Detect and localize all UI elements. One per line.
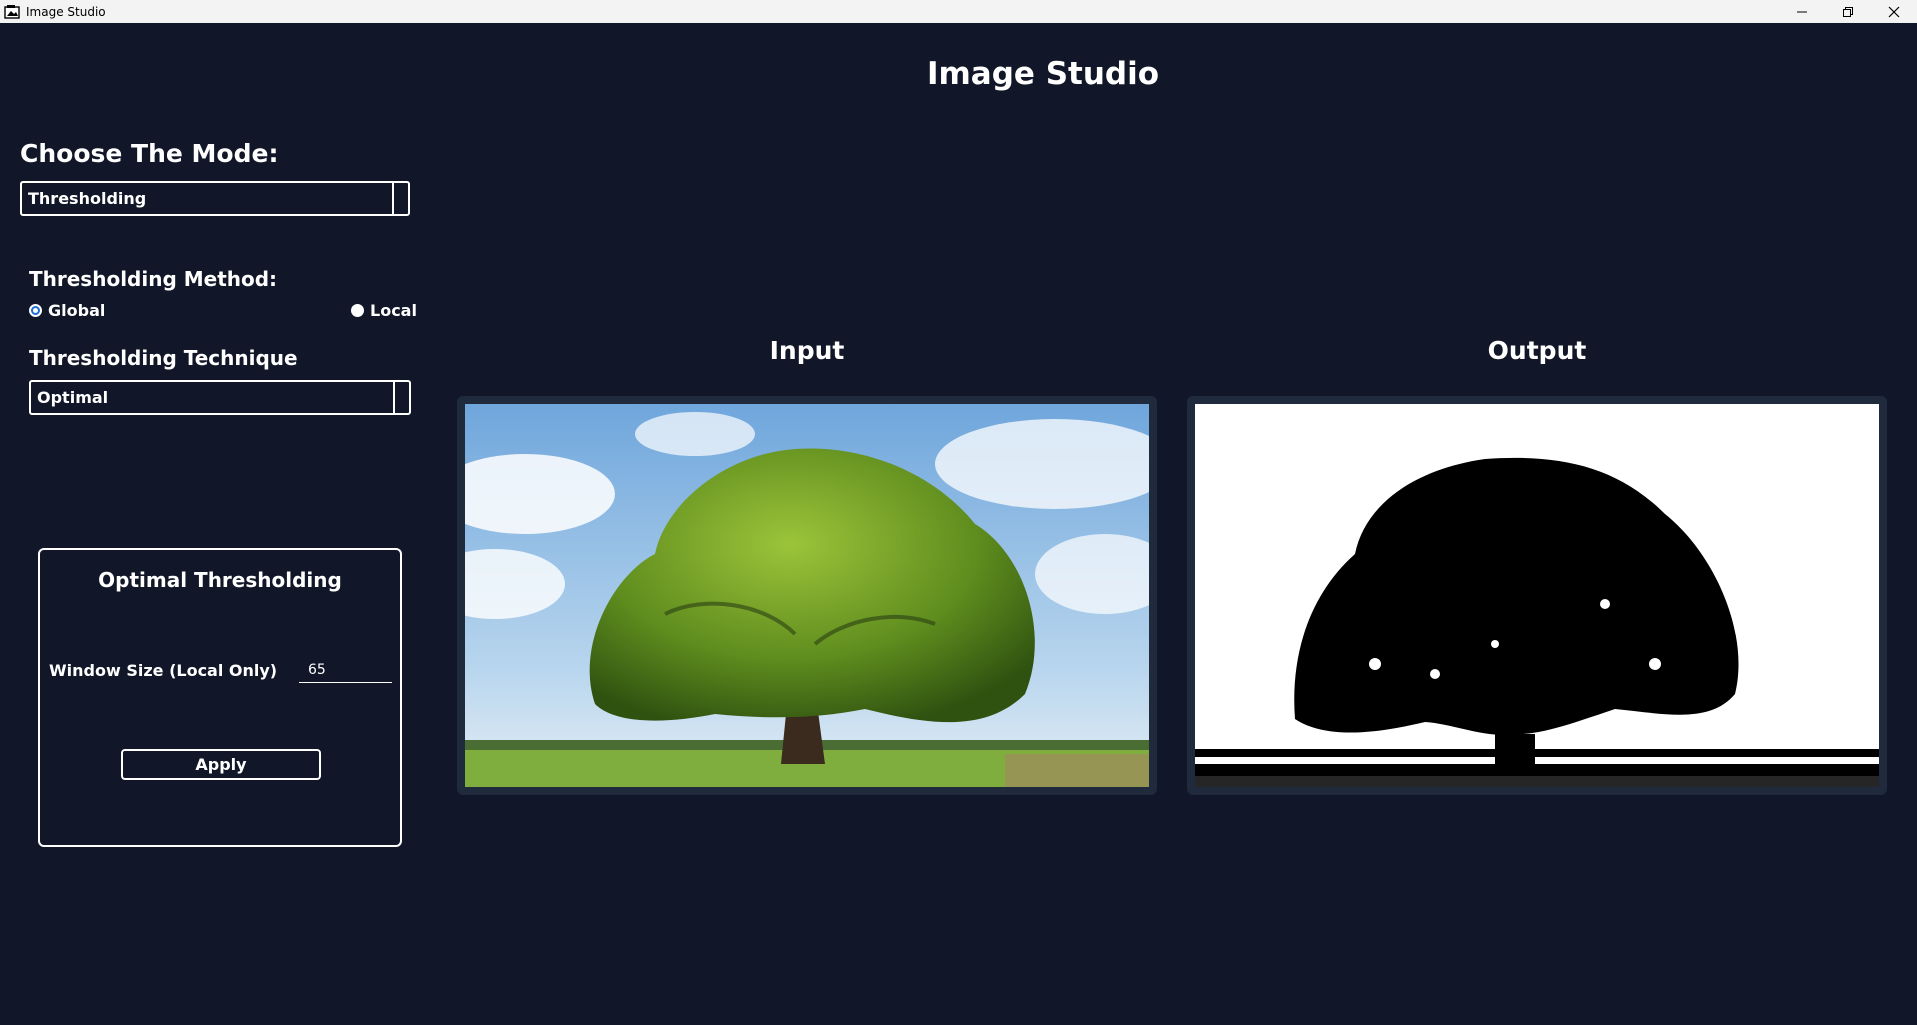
app-title: Image Studio (926, 56, 1160, 92)
technique-dropdown-value: Optimal (37, 388, 109, 407)
mode-dropdown[interactable]: Thresholding (20, 181, 410, 216)
radio-global[interactable]: Global (29, 301, 105, 320)
technique-dropdown-arrow[interactable] (393, 382, 409, 413)
output-image (1195, 404, 1879, 787)
radio-global-indicator[interactable] (29, 304, 42, 317)
window-title-bar: Image Studio (0, 0, 1917, 23)
window-title: Image Studio (26, 4, 106, 19)
technique-label: Thresholding Technique (29, 346, 298, 370)
input-image (465, 404, 1149, 787)
method-label: Thresholding Method: (29, 267, 278, 291)
restore-icon (1843, 6, 1853, 17)
optimal-thresholding-panel: Optimal Thresholding Window Size (Local … (38, 548, 402, 847)
technique-dropdown[interactable]: Optimal (29, 380, 411, 415)
output-label: Output (1487, 336, 1587, 365)
radio-local-label: Local (370, 301, 417, 320)
mode-label: Choose The Mode: (20, 139, 279, 168)
radio-global-label: Global (48, 301, 106, 320)
radio-local-indicator[interactable] (351, 304, 364, 317)
minimize-button[interactable] (1779, 0, 1825, 23)
close-button[interactable] (1871, 0, 1917, 23)
panel-title: Optimal Thresholding (98, 568, 342, 592)
window-size-input[interactable] (299, 658, 392, 683)
output-image-frame (1187, 396, 1887, 795)
input-image-frame (457, 396, 1157, 795)
restore-button[interactable] (1825, 0, 1871, 23)
mode-dropdown-value: Thresholding (28, 189, 147, 208)
input-label: Input (769, 336, 845, 365)
close-icon (1888, 6, 1900, 17)
apply-button[interactable]: Apply (121, 749, 321, 780)
mode-dropdown-arrow[interactable] (392, 183, 408, 214)
app-icon (4, 4, 20, 19)
radio-local[interactable]: Local (351, 301, 417, 320)
window-size-label: Window Size (Local Only) (49, 661, 278, 680)
minimize-icon (1797, 11, 1807, 12)
